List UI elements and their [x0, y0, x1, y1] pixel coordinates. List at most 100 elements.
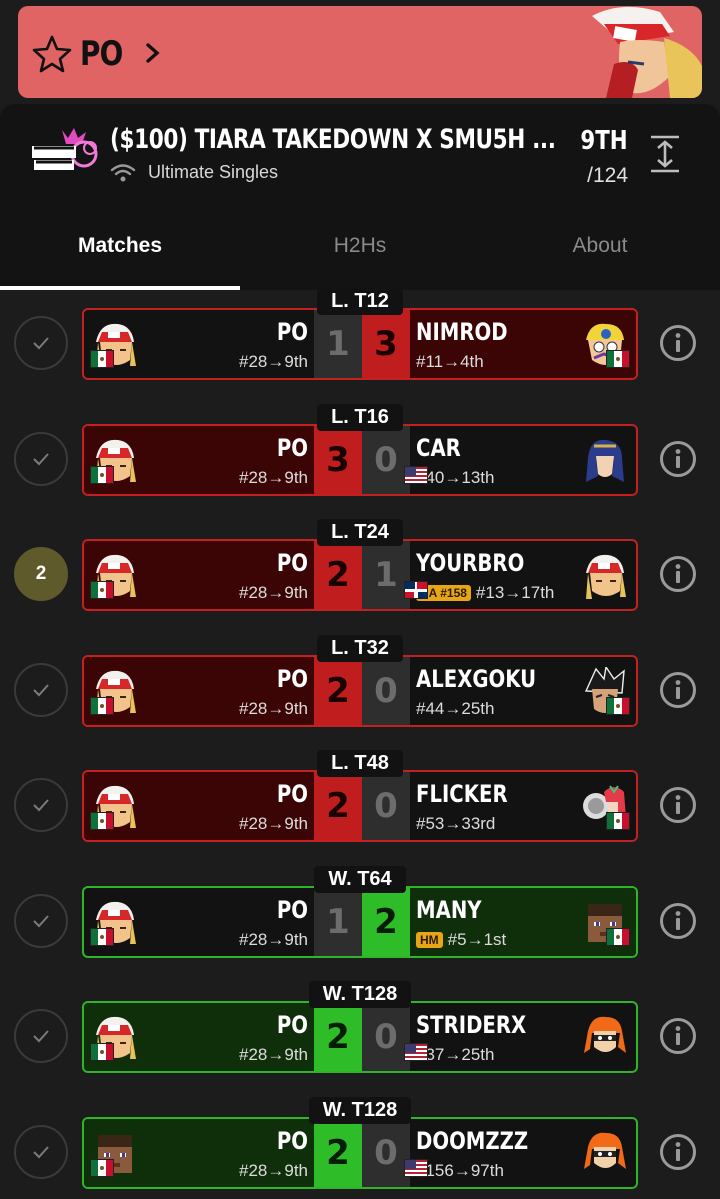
- info-icon[interactable]: [659, 902, 697, 940]
- match-row[interactable]: W. T128 PO #28→9th 2 0 DOOMZZZ #156→97th: [0, 1096, 720, 1199]
- tournament-header: ($100) TIARA TAKEDOWN X SMU5H ... Ultima…: [0, 104, 720, 290]
- match-check-button[interactable]: [14, 893, 68, 948]
- check-icon: [33, 799, 49, 812]
- opponent-score: 0: [362, 1118, 410, 1187]
- opponent-name[interactable]: STRIDERX: [416, 1011, 526, 1039]
- player-seed: #28→9th: [239, 583, 308, 602]
- opponent-name[interactable]: MANY: [416, 896, 482, 924]
- match-card[interactable]: PO #28→9th 2 0 ALEXGOKU #44→25th: [82, 654, 638, 727]
- match-card[interactable]: PO #28→9th 2 0 STRIDERX #37→25th: [82, 1001, 638, 1073]
- info-icon[interactable]: [659, 555, 697, 593]
- tournament-logo: [32, 128, 98, 170]
- entrant-count: /124: [587, 164, 628, 187]
- inkling-character-icon: [582, 1129, 628, 1179]
- match-card[interactable]: PO #28→9th 2 1 YOURBRO NA #158 #13→17th: [82, 539, 638, 611]
- dominican-republic-flag-icon: [404, 581, 428, 599]
- player-side: PO #28→9th: [84, 772, 314, 840]
- player-score: 3: [314, 425, 362, 494]
- check-icon: [33, 452, 49, 465]
- opponent-side[interactable]: YOURBRO NA #158 #13→17th: [404, 541, 636, 609]
- opponent-side[interactable]: MANY HM #5→1st: [410, 887, 636, 956]
- tab-h2hs[interactable]: H2Hs: [240, 224, 480, 290]
- mexico-flag-icon: [90, 812, 114, 830]
- character-portrait: [592, 6, 702, 98]
- check-icon: [33, 683, 49, 696]
- info-icon[interactable]: [659, 324, 697, 362]
- info-icon[interactable]: [659, 1017, 697, 1055]
- placing: 9TH /124: [570, 126, 628, 188]
- match-row[interactable]: L. T12 PO #28→9th 1 3 NIMROD #11→4th: [0, 288, 720, 405]
- match-card[interactable]: PO #28→9th 1 3 NIMROD #11→4th: [82, 308, 638, 380]
- player-score: 1: [314, 887, 362, 956]
- player-name: PO: [276, 318, 308, 346]
- opponent-side[interactable]: ALEXGOKU #44→25th: [410, 657, 636, 725]
- info-icon[interactable]: [659, 1133, 697, 1171]
- tab-about[interactable]: About: [480, 224, 720, 290]
- mexico-flag-icon: [90, 1158, 114, 1177]
- info-icon[interactable]: [659, 440, 697, 478]
- match-row[interactable]: W. T64 PO #28→9th 1 2 MANY HM #5→1st: [0, 865, 720, 983]
- match-check-button[interactable]: [14, 1124, 68, 1179]
- inkling-character-icon: [582, 1013, 628, 1063]
- opponent-name[interactable]: YOURBRO: [416, 549, 524, 577]
- player-name: PO: [276, 1011, 308, 1039]
- player-score: 2: [314, 541, 362, 609]
- info-icon[interactable]: [659, 671, 697, 709]
- player-name: PO: [276, 1126, 308, 1155]
- opponent-name[interactable]: ALEXGOKU: [416, 665, 536, 693]
- player-name: PO: [276, 780, 308, 808]
- round-label: W. T128: [0, 981, 720, 1008]
- star-icon[interactable]: [32, 34, 72, 74]
- match-card[interactable]: PO #28→9th 3 0 CAR #40→13th: [82, 423, 638, 496]
- mexico-flag-icon: [606, 350, 630, 368]
- match-check-button[interactable]: [14, 778, 68, 832]
- tab-matches[interactable]: Matches: [0, 224, 240, 290]
- opponent-side[interactable]: NIMROD #11→4th: [410, 310, 636, 378]
- match-row[interactable]: 2 L. T24 PO #28→9th 2 1 YOURBRO NA #158 #13→17th: [0, 519, 720, 636]
- usa-flag-icon: [404, 465, 428, 484]
- player-seed: #28→9th: [239, 1045, 308, 1064]
- expand-icon[interactable]: [650, 134, 680, 174]
- player-seed: #28→9th: [239, 352, 308, 371]
- match-check-button[interactable]: [14, 1009, 68, 1063]
- player-side: PO #28→9th: [84, 656, 314, 725]
- player-seed: #28→9th: [239, 814, 308, 833]
- opponent-score: 0: [362, 772, 410, 840]
- player-side: PO #28→9th: [84, 541, 314, 609]
- player-score: 2: [314, 1003, 362, 1071]
- match-row[interactable]: W. T128 PO #28→9th 2 0 STRIDERX #37→25th: [0, 981, 720, 1098]
- opponent-side[interactable]: FLICKER #53→33rd: [410, 772, 636, 840]
- match-card[interactable]: PO #28→9th 2 0 DOOMZZZ #156→97th: [82, 1116, 638, 1189]
- opponent-name[interactable]: CAR: [416, 434, 461, 462]
- chevron-right-icon[interactable]: [142, 38, 164, 68]
- player-name: PO: [276, 433, 308, 462]
- player-banner[interactable]: PO: [18, 6, 702, 98]
- opponent-side[interactable]: DOOMZZZ #156→97th: [404, 1119, 636, 1187]
- opponent-seed: HM #5→1st: [416, 930, 506, 950]
- match-count-badge[interactable]: 2: [14, 547, 68, 601]
- match-card[interactable]: PO #28→9th 2 0 FLICKER #53→33rd: [82, 770, 638, 842]
- match-check-button[interactable]: [14, 431, 68, 486]
- mexico-flag-icon: [90, 1043, 114, 1061]
- round-label: L. T32: [0, 634, 720, 662]
- match-check-button[interactable]: [14, 662, 68, 717]
- match-row[interactable]: L. T16 PO #28→9th 3 0 CAR #40→13th: [0, 403, 720, 521]
- player-score: 1: [314, 310, 362, 378]
- opponent-side[interactable]: CAR #40→13th: [404, 426, 636, 494]
- mexico-flag-icon: [606, 696, 630, 715]
- player-seed: #28→9th: [239, 929, 308, 949]
- tournament-name[interactable]: ($100) TIARA TAKEDOWN X SMU5H ...: [110, 124, 556, 155]
- opponent-score: 1: [362, 541, 410, 609]
- mexico-flag-icon: [90, 350, 114, 368]
- match-row[interactable]: L. T32 PO #28→9th 2 0 ALEXGOKU #44→25th: [0, 634, 720, 752]
- opponent-side[interactable]: STRIDERX #37→25th: [404, 1003, 636, 1071]
- player-score: 2: [314, 1118, 362, 1187]
- match-card[interactable]: PO #28→9th 1 2 MANY HM #5→1st: [82, 885, 638, 958]
- opponent-name[interactable]: DOOMZZZ: [416, 1127, 528, 1155]
- match-check-button[interactable]: [14, 316, 68, 370]
- match-row[interactable]: L. T48 PO #28→9th 2 0 FLICKER #53→33rd: [0, 750, 720, 867]
- opponent-name[interactable]: FLICKER: [416, 780, 508, 808]
- opponent-name[interactable]: NIMROD: [416, 318, 508, 346]
- player-seed: #28→9th: [239, 467, 308, 487]
- info-icon[interactable]: [659, 786, 697, 824]
